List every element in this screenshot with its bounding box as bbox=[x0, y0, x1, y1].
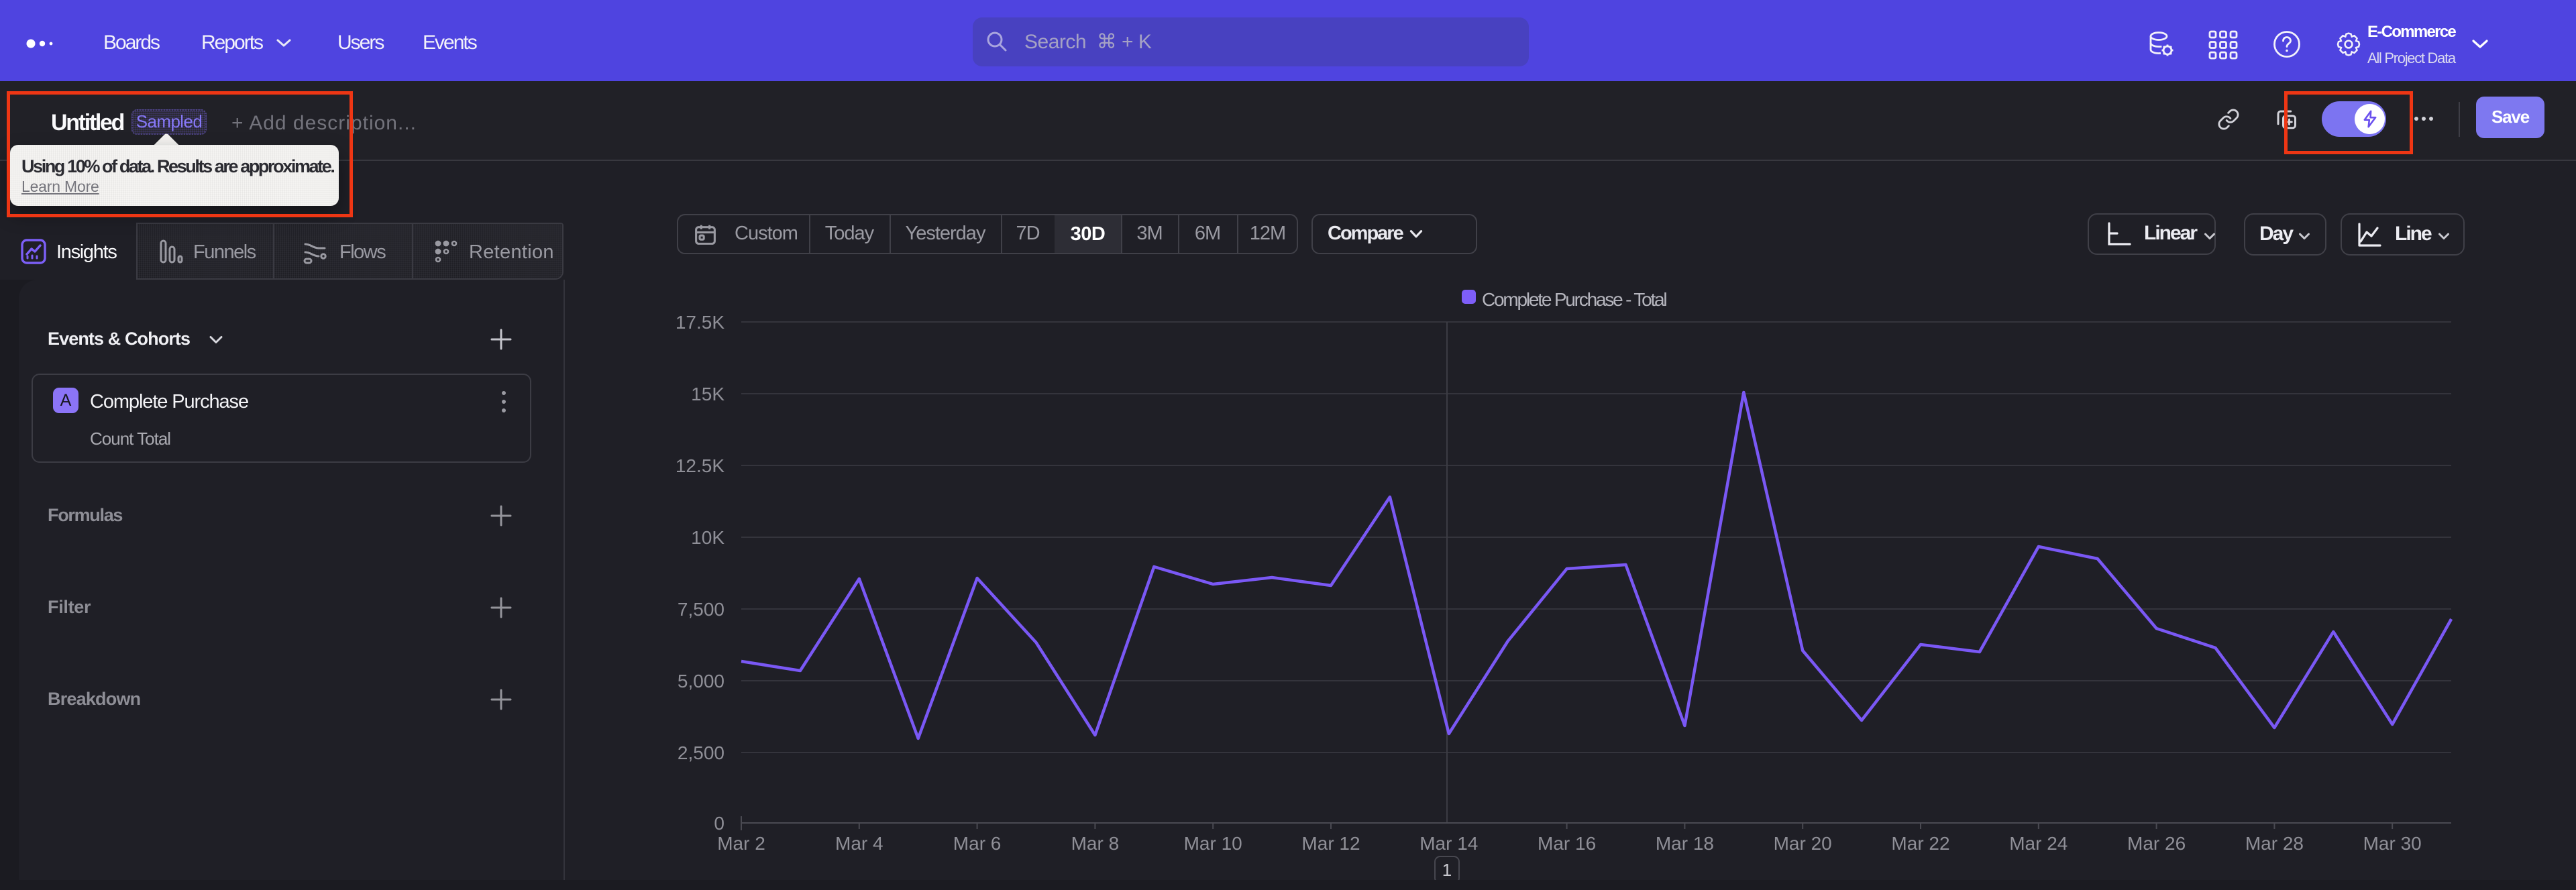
svg-text:Mar 20: Mar 20 bbox=[1774, 833, 1832, 854]
svg-text:Mar 28: Mar 28 bbox=[2245, 833, 2304, 854]
svg-text:Mar 2: Mar 2 bbox=[717, 833, 765, 854]
svg-text:7,500: 7,500 bbox=[678, 599, 724, 620]
svg-text:5,000: 5,000 bbox=[678, 671, 724, 691]
svg-text:Mar 8: Mar 8 bbox=[1071, 833, 1120, 854]
svg-text:Mar 6: Mar 6 bbox=[953, 833, 1002, 854]
svg-text:10K: 10K bbox=[691, 527, 724, 548]
svg-text:17.5K: 17.5K bbox=[676, 312, 724, 333]
svg-text:2,500: 2,500 bbox=[678, 742, 724, 763]
svg-text:Mar 14: Mar 14 bbox=[1419, 833, 1478, 854]
svg-text:Mar 4: Mar 4 bbox=[835, 833, 883, 854]
svg-text:12.5K: 12.5K bbox=[676, 455, 724, 476]
svg-text:15K: 15K bbox=[691, 384, 724, 404]
svg-text:Mar 18: Mar 18 bbox=[1656, 833, 1714, 854]
svg-text:Mar 26: Mar 26 bbox=[2127, 833, 2186, 854]
svg-text:Mar 30: Mar 30 bbox=[2363, 833, 2422, 854]
svg-text:Mar 10: Mar 10 bbox=[1184, 833, 1242, 854]
svg-text:Mar 24: Mar 24 bbox=[2009, 833, 2068, 854]
svg-text:0: 0 bbox=[714, 813, 724, 834]
svg-text:Mar 16: Mar 16 bbox=[1538, 833, 1596, 854]
svg-text:Mar 12: Mar 12 bbox=[1301, 833, 1360, 854]
svg-text:Mar 22: Mar 22 bbox=[1891, 833, 1949, 854]
